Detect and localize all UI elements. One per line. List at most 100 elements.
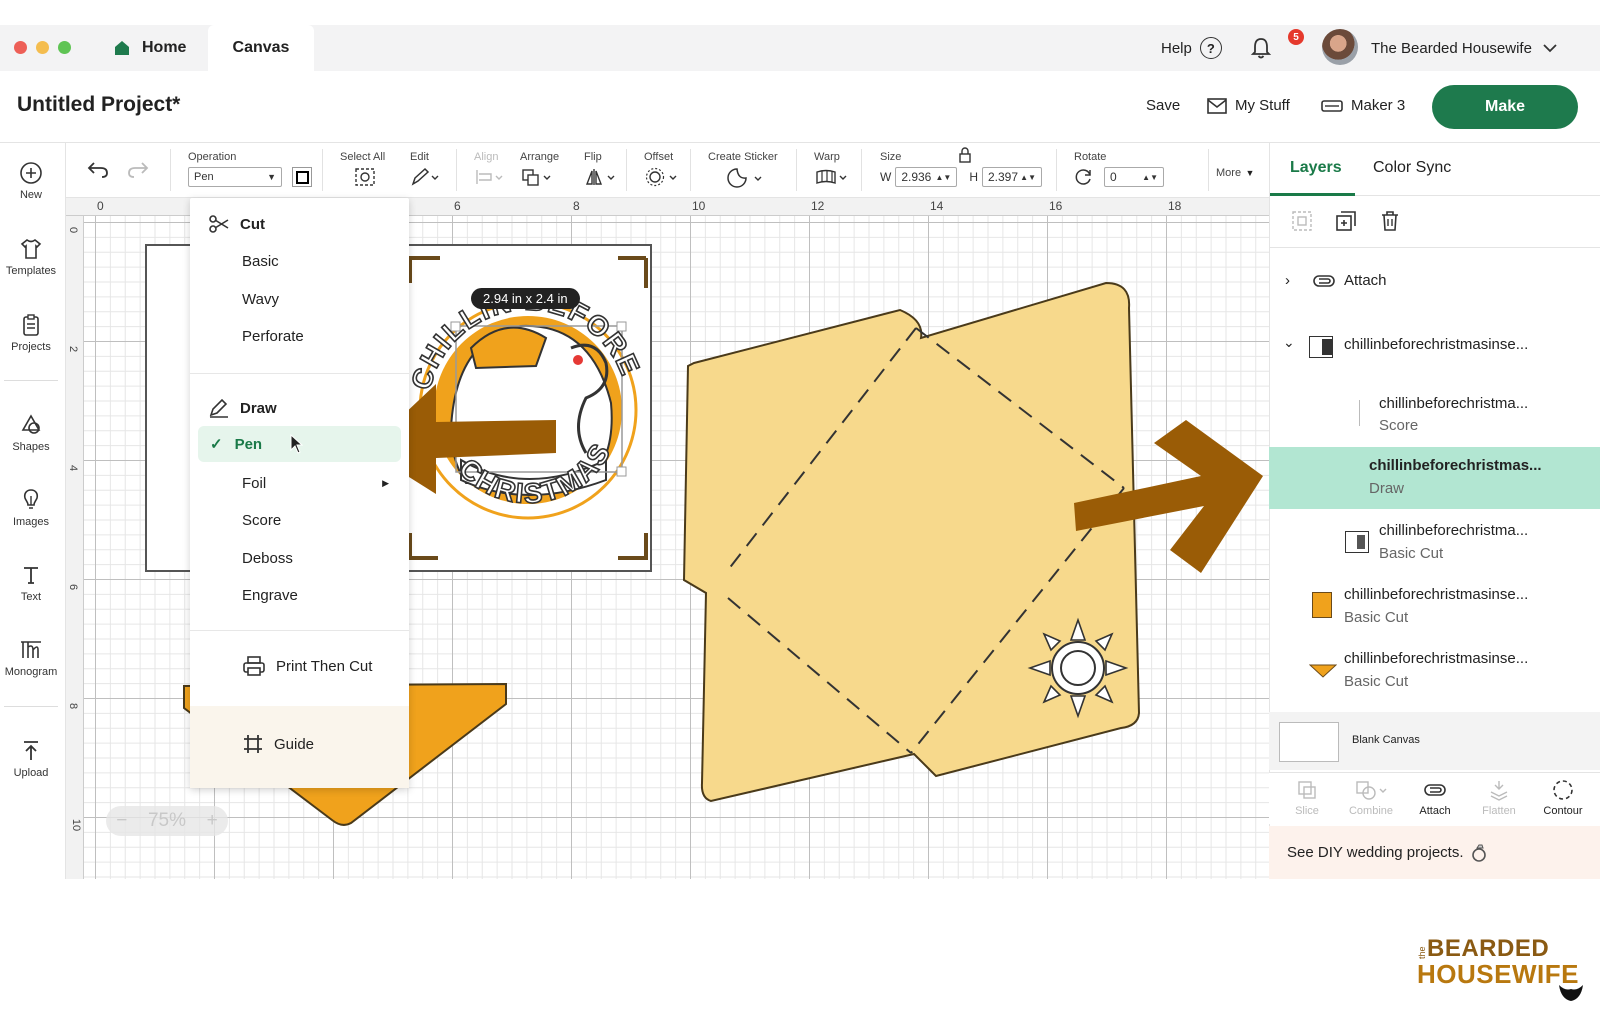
sidebar-label-images: Images	[12, 516, 50, 528]
guide-section: Guide	[190, 706, 409, 788]
menu-item-guide[interactable]: Guide	[190, 726, 409, 762]
slice-button[interactable]: Slice	[1277, 779, 1337, 817]
duplicate-icon[interactable]	[1334, 209, 1358, 233]
menu-item-deboss[interactable]: Deboss	[190, 540, 409, 576]
zoom-out-button[interactable]: −	[116, 810, 127, 832]
blank-canvas-label: Blank Canvas	[1352, 734, 1420, 746]
attach-button[interactable]: Attach	[1405, 779, 1465, 817]
layer-type: Basic Cut	[1379, 545, 1444, 562]
more-button[interactable]: More ▼	[1216, 163, 1254, 181]
attach-icon	[1424, 784, 1446, 796]
menu-item-label: Pen	[234, 435, 263, 453]
flip-button[interactable]: Flip	[584, 151, 618, 187]
layer-row[interactable]: chillinbeforechristma... Score	[1269, 384, 1600, 444]
width-input[interactable]: 2.936 ▲▼	[895, 167, 958, 187]
contour-button[interactable]: Contour	[1533, 779, 1593, 817]
align-button[interactable]: Align	[474, 151, 504, 187]
layer-row[interactable]: chillinbeforechristmas... Draw	[1269, 447, 1600, 509]
machine-label: Maker 3	[1351, 97, 1406, 114]
rotate-input[interactable]: 0 ▲▼	[1104, 167, 1164, 187]
menu-item-perforate[interactable]: Perforate	[190, 318, 409, 354]
tab-color-sync[interactable]: Color Sync	[1373, 159, 1451, 177]
score-line-thumbnail	[1359, 400, 1360, 426]
layer-group-design[interactable]: ⌄ chillinbeforechristmasinse...	[1269, 332, 1600, 372]
undo-button[interactable]	[86, 159, 110, 184]
menu-item-score[interactable]: Score	[190, 502, 409, 538]
machine-button[interactable]: Maker 3	[1321, 97, 1405, 114]
chevron-right-icon[interactable]: ›	[1285, 272, 1290, 289]
sidebar-item-text[interactable]: Text	[0, 563, 62, 603]
layer-thumbnail	[1312, 592, 1332, 618]
ruler-left: 0 2 4 6 8 10	[66, 216, 84, 879]
brand-line-2: HOUSEWIFE	[1417, 959, 1579, 989]
selection-handle[interactable]	[616, 466, 627, 477]
ruler-tick-label: 18	[1168, 199, 1182, 213]
menu-item-label: Wavy	[242, 290, 279, 308]
create-sticker-button[interactable]: Create Sticker	[708, 151, 778, 189]
sidebar-item-monogram[interactable]: Monogram	[0, 638, 62, 678]
arrange-button[interactable]: Arrange	[520, 151, 559, 187]
operation-select[interactable]: Pen ▼	[188, 167, 282, 187]
sidebar-item-templates[interactable]: Templates	[0, 237, 62, 277]
menu-item-print-then-cut[interactable]: Print Then Cut	[190, 648, 409, 684]
contour-icon	[1553, 780, 1573, 800]
layer-group-attach[interactable]: › Attach	[1269, 268, 1600, 308]
zoom-in-button[interactable]: +	[207, 810, 218, 832]
menu-item-engrave[interactable]: Engrave	[190, 577, 409, 613]
project-header: Untitled Project* Save My Stuff Maker 3 …	[0, 71, 1600, 143]
warp-button[interactable]: Warp	[814, 151, 850, 187]
menu-item-basic[interactable]: Basic	[190, 243, 409, 279]
help-button[interactable]: Help ?	[1161, 25, 1222, 71]
close-window-icon[interactable]	[14, 41, 27, 54]
make-button[interactable]: Make	[1432, 85, 1578, 129]
lock-ratio-button[interactable]	[958, 147, 972, 168]
layer-row[interactable]: chillinbeforechristmasinse... Basic Cut	[1269, 640, 1600, 702]
envelope-shape[interactable]	[682, 281, 1141, 803]
layer-row[interactable]: chillinbeforechristmasinse... Basic Cut	[1269, 576, 1600, 638]
maximize-window-icon[interactable]	[58, 41, 71, 54]
chevron-down-icon[interactable]: ⌄	[1283, 334, 1295, 351]
tab-layers[interactable]: Layers	[1290, 159, 1342, 177]
layer-row[interactable]: chillinbeforechristma... Basic Cut	[1269, 512, 1600, 574]
offset-button[interactable]: Offset	[644, 151, 680, 187]
sidebar-item-images[interactable]: Images	[0, 488, 62, 528]
color-swatch[interactable]	[292, 167, 312, 187]
tab-canvas[interactable]: Canvas	[208, 25, 314, 71]
blank-card-shape[interactable]	[145, 244, 197, 572]
sidebar-item-shapes[interactable]: Shapes	[0, 413, 62, 453]
rotate-icon[interactable]	[1074, 167, 1094, 187]
edit-button[interactable]: Edit	[410, 151, 440, 187]
offset-label: Offset	[644, 151, 674, 163]
width-value: 2.936	[901, 170, 932, 184]
menu-item-foil[interactable]: Foil ▶	[190, 465, 409, 501]
blank-canvas-row[interactable]: Blank Canvas	[1269, 712, 1600, 770]
promo-banner[interactable]: See DIY wedding projects.	[1269, 826, 1600, 879]
flatten-button[interactable]: Flatten	[1469, 779, 1529, 817]
select-all-button[interactable]: Select All	[340, 151, 385, 187]
combine-button[interactable]: Combine	[1341, 779, 1401, 817]
trash-icon[interactable]	[1378, 209, 1402, 233]
layer-thumbnail	[1309, 664, 1337, 678]
avatar[interactable]	[1322, 29, 1358, 65]
sidebar-item-projects[interactable]: Projects	[0, 313, 62, 353]
cut-label: Cut	[240, 215, 265, 233]
draw-label: Draw	[240, 399, 277, 417]
canvas-thumbnail	[1279, 722, 1339, 762]
toolbar-divider	[1056, 149, 1057, 191]
notifications-button[interactable]	[1250, 25, 1272, 71]
menu-item-pen[interactable]: ✓ Pen	[198, 426, 401, 462]
redo-button[interactable]	[126, 159, 150, 184]
user-menu[interactable]: The Bearded Housewife	[1371, 25, 1558, 71]
ruler-tick-label: 0	[97, 199, 104, 213]
save-button[interactable]: Save	[1146, 97, 1180, 114]
tab-home[interactable]: Home	[98, 25, 208, 71]
redo-icon	[128, 162, 149, 178]
sidebar-item-upload[interactable]: Upload	[0, 739, 62, 779]
sidebar-item-new[interactable]: New	[0, 161, 62, 201]
menu-item-wavy[interactable]: Wavy	[190, 281, 409, 317]
group-icon[interactable]	[1290, 209, 1314, 233]
height-label: H	[969, 170, 978, 184]
minimize-window-icon[interactable]	[36, 41, 49, 54]
my-stuff-button[interactable]: My Stuff	[1207, 97, 1290, 114]
height-input[interactable]: 2.397 ▲▼	[982, 167, 1042, 187]
